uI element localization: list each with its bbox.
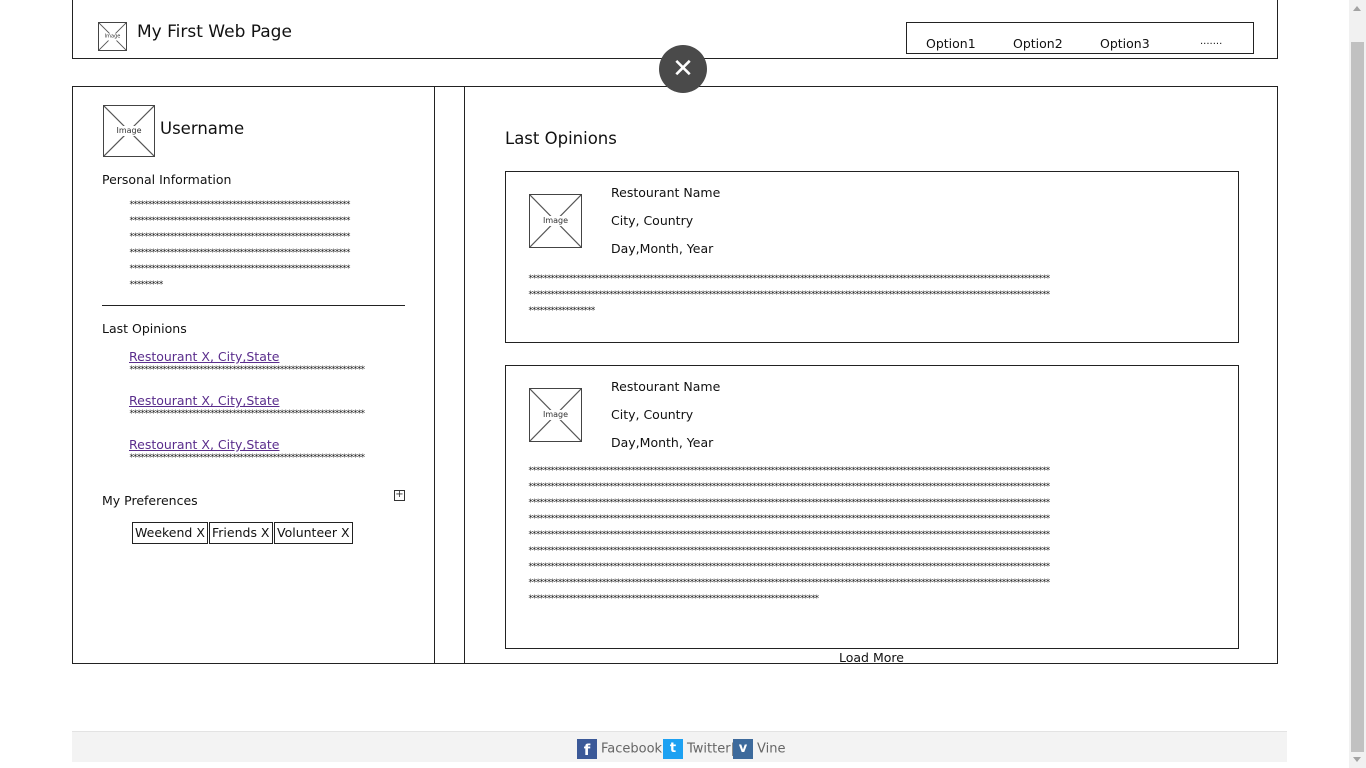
opinion-text-line: ****************************************… bbox=[528, 594, 820, 604]
opinion-text-line: ****************************************… bbox=[528, 290, 1051, 300]
logo-image-placeholder: Image bbox=[98, 22, 127, 51]
preference-tag-friends[interactable]: Friends X bbox=[209, 522, 273, 544]
scrollbar-thumb[interactable] bbox=[1351, 42, 1364, 752]
avatar: Image bbox=[103, 105, 155, 157]
opinion-text: ****************************************… bbox=[528, 463, 1184, 607]
opinion-link[interactable]: Restourant X, City,State bbox=[129, 349, 279, 364]
preferences-title: My Preferences bbox=[102, 493, 198, 508]
opinion-date: Day,Month, Year bbox=[611, 435, 714, 450]
nav-option-2[interactable]: Option2 bbox=[1013, 36, 1063, 51]
avatar-label: Image bbox=[115, 126, 143, 136]
opinion-text-line: ****************************************… bbox=[528, 562, 1051, 572]
expand-plus-icon[interactable]: + bbox=[394, 490, 405, 501]
panel-gutter bbox=[434, 86, 465, 664]
facebook-label: Facebook| bbox=[601, 741, 667, 757]
personal-info-line: ****************************************… bbox=[129, 264, 351, 274]
twitter-label: Twitter| bbox=[687, 741, 735, 757]
restaurant-image-placeholder: Image bbox=[529, 194, 582, 248]
opinion-text-line: ****************************************… bbox=[528, 530, 1051, 540]
personal-info-title: Personal Information bbox=[102, 172, 232, 187]
personal-info-text: ****************************************… bbox=[129, 197, 404, 293]
opinion-text-line: ****************************************… bbox=[528, 546, 1051, 556]
personal-info-line: ****************************************… bbox=[129, 200, 351, 210]
close-icon: ✕ bbox=[672, 54, 694, 84]
opinion-text: ****************************************… bbox=[528, 271, 1184, 319]
restaurant-image-placeholder: Image bbox=[529, 388, 582, 442]
preference-tag-weekend[interactable]: Weekend X bbox=[132, 522, 208, 544]
twitter-icon: t bbox=[663, 739, 683, 759]
twitter-link[interactable]: t Twitter| bbox=[663, 739, 735, 759]
vertical-scrollbar[interactable] bbox=[1349, 0, 1366, 768]
opinion-date: Day,Month, Year bbox=[611, 241, 714, 256]
personal-info-line: ****************************************… bbox=[129, 232, 351, 242]
personal-info-line: ****************************************… bbox=[129, 216, 351, 226]
vine-icon: v bbox=[733, 739, 753, 759]
restaurant-image-label: Image bbox=[541, 216, 570, 226]
opinion-text-line: ****************************************… bbox=[528, 466, 1051, 476]
scroll-up-arrow-icon[interactable] bbox=[1353, 6, 1361, 11]
opinion-snippet: ****************************************… bbox=[129, 453, 366, 463]
site-title: My First Web Page bbox=[137, 22, 292, 42]
scroll-down-arrow-icon[interactable] bbox=[1353, 757, 1361, 762]
profile-panel: Image Username Personal Information ****… bbox=[72, 86, 435, 664]
opinion-text-line: ****************** bbox=[528, 306, 596, 316]
main-title: Last Opinions bbox=[505, 129, 617, 148]
nav-option-3[interactable]: Option3 bbox=[1100, 36, 1150, 51]
nav-option-1[interactable]: Option1 bbox=[926, 36, 976, 51]
opinion-snippet: ****************************************… bbox=[129, 365, 366, 375]
nav-menu: Option1 Option2 Option3 ....... bbox=[906, 22, 1254, 54]
restaurant-location: City, Country bbox=[611, 213, 694, 228]
facebook-icon: f bbox=[577, 739, 597, 759]
opinion-link[interactable]: Restourant X, City,State bbox=[129, 393, 279, 408]
site-footer: f Facebook| t Twitter| v Vine bbox=[72, 731, 1287, 762]
opinion-card: Image Restourant Name City, Country Day,… bbox=[505, 365, 1239, 649]
vine-label: Vine bbox=[757, 741, 786, 757]
opinion-text-line: ****************************************… bbox=[528, 482, 1051, 492]
restaurant-image-label: Image bbox=[541, 410, 570, 420]
personal-info-line: ********* bbox=[129, 280, 164, 290]
restaurant-name: Restourant Name bbox=[611, 185, 721, 200]
opinion-text-line: ****************************************… bbox=[528, 498, 1051, 508]
personal-info-line: ****************************************… bbox=[129, 248, 351, 258]
opinions-panel: Last Opinions Image Restourant Name City… bbox=[464, 86, 1278, 665]
restaurant-name: Restourant Name bbox=[611, 379, 721, 394]
opinion-text-line: ****************************************… bbox=[528, 274, 1051, 284]
nav-option-more[interactable]: ....... bbox=[1200, 36, 1222, 47]
restaurant-location: City, Country bbox=[611, 407, 694, 422]
last-opinions-title: Last Opinions bbox=[102, 321, 187, 336]
opinion-text-line: ****************************************… bbox=[528, 514, 1051, 524]
close-button[interactable]: ✕ bbox=[659, 45, 707, 93]
preference-tag-volunteer[interactable]: Volunteer X bbox=[274, 522, 353, 544]
logo-image-label: Image bbox=[103, 33, 122, 40]
load-more-button[interactable]: Load More bbox=[839, 650, 904, 665]
opinion-snippet: ****************************************… bbox=[129, 409, 366, 419]
opinion-text-line: ****************************************… bbox=[528, 578, 1051, 588]
section-divider bbox=[102, 305, 405, 306]
facebook-link[interactable]: f Facebook| bbox=[577, 739, 666, 759]
vine-link[interactable]: v Vine bbox=[733, 739, 785, 759]
username: Username bbox=[160, 119, 245, 138]
opinion-link[interactable]: Restourant X, City,State bbox=[129, 437, 279, 452]
opinion-card: Image Restourant Name City, Country Day,… bbox=[505, 171, 1239, 343]
